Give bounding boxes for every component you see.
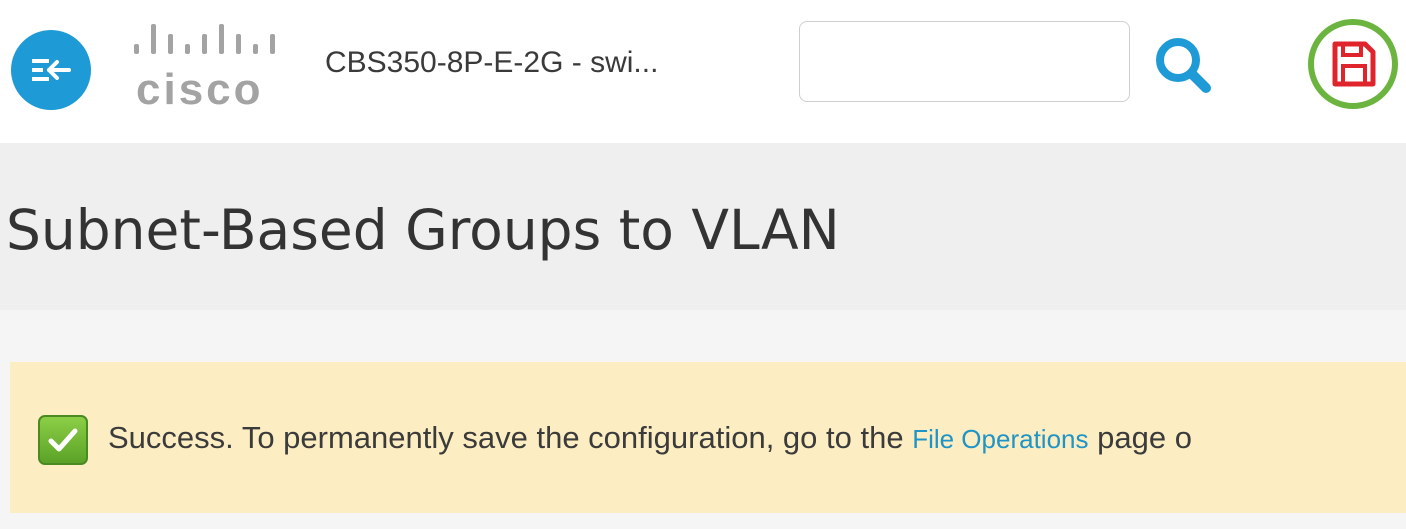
save-icon <box>1308 19 1398 109</box>
search-icon <box>1156 38 1211 93</box>
cisco-wordmark: cisco <box>136 65 264 114</box>
device-name: CBS350-8P-E-2G - swi... <box>325 46 659 79</box>
content-area: Success. To permanently save the configu… <box>0 310 1406 529</box>
file-operations-link[interactable]: File Operations <box>912 424 1088 454</box>
success-message: Success. To permanently save the configu… <box>108 417 1192 460</box>
check-icon <box>38 415 88 465</box>
app-root: cisco CBS350-8P-E-2G - swi... Subnet-Bas… <box>0 0 1406 529</box>
cisco-logo: cisco <box>128 20 288 114</box>
success-message-banner: Success. To permanently save the configu… <box>10 362 1406 513</box>
success-text-tail: page o <box>1088 420 1192 455</box>
top-header: cisco CBS350-8P-E-2G - swi... <box>0 0 1406 143</box>
collapse-menu-icon <box>32 59 71 81</box>
search-input[interactable] <box>799 21 1130 102</box>
page-title: Subnet-Based Groups to VLAN <box>6 198 840 262</box>
success-text-lead: Success. To permanently save the configu… <box>108 420 913 455</box>
search-button[interactable] <box>1150 30 1220 100</box>
save-button[interactable] <box>1307 18 1399 110</box>
success-check <box>37 414 89 466</box>
page-title-band: Subnet-Based Groups to VLAN <box>0 143 1406 310</box>
menu-toggle-button[interactable] <box>11 30 91 110</box>
cisco-bars-icon <box>134 24 275 54</box>
